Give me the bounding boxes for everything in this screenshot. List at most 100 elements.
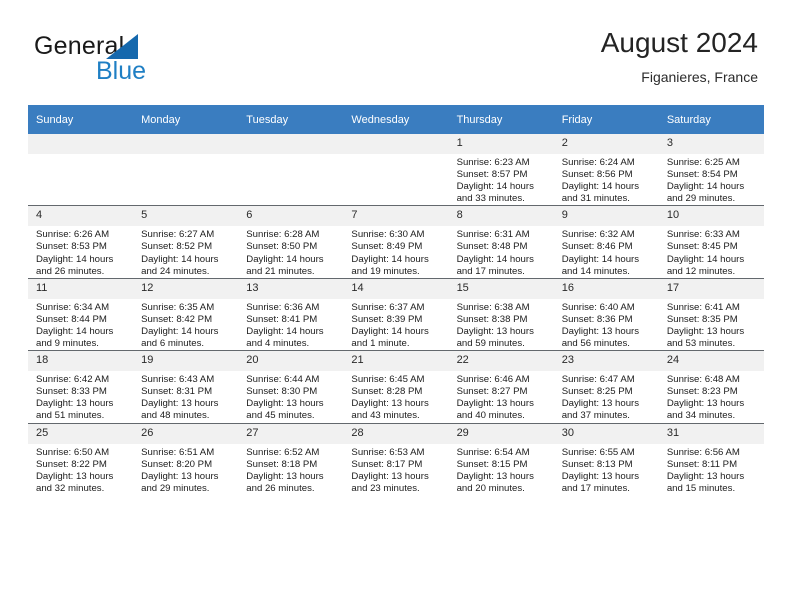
calendar-cell-day[interactable]: 28 Sunrise: 6:53 AM Sunset: 8:17 PM Dayligh…	[343, 422, 449, 495]
day-sun-info: Sunrise: 6:46 AM Sunset: 8:27 PM Daylight:…	[449, 371, 554, 422]
sunset-text: Sunset: 8:57 PM	[456, 169, 528, 181]
daylight-text: Daylight: 13 hours and 48 minutes.	[141, 398, 219, 422]
day-sun-info: Sunrise: 6:56 AM Sunset: 8:11 PM Daylight:…	[659, 444, 764, 495]
sunset-text: Sunset: 8:48 PM	[456, 241, 528, 253]
calendar-cell-day[interactable]: 29 Sunrise: 6:54 AM Sunset: 8:15 PM Dayligh…	[448, 422, 554, 495]
page-header: General Blue August 2024 Figanieres, Fra…	[34, 26, 758, 96]
day-sun-info: Sunrise: 6:38 AM Sunset: 8:38 PM Daylight:…	[449, 299, 554, 350]
calendar-cell-day[interactable]: 5 Sunrise: 6:27 AM Sunset: 8:52 PM Daylight…	[133, 205, 239, 279]
sunrise-text: Sunrise: 6:23 AM	[456, 157, 530, 168]
sunrise-text: Sunrise: 6:34 AM	[36, 301, 110, 313]
sunrise-text: Sunrise: 6:26 AM	[36, 229, 110, 241]
calendar-cell-empty	[343, 134, 449, 206]
day-number: 7	[343, 206, 449, 227]
calendar-cell-day[interactable]: 26 Sunrise: 6:51 AM Sunset: 8:20 PM Dayligh…	[133, 422, 239, 495]
daylight-text: Daylight: 14 hours and 6 minutes.	[141, 325, 219, 350]
calendar-cell-day[interactable]: 22 Sunrise: 6:46 AM Sunset: 8:27 PM Dayligh…	[448, 350, 554, 423]
calendar-cell-day[interactable]: 31 Sunrise: 6:56 AM Sunset: 8:11 PM Dayligh…	[658, 422, 764, 495]
calendar-cell-day[interactable]: 15 Sunrise: 6:38 AM Sunset: 8:38 PM Dayligh…	[448, 277, 554, 351]
sunrise-text: Sunrise: 6:56 AM	[666, 446, 740, 458]
calendar-cell-day[interactable]: 25 Sunrise: 6:50 AM Sunset: 8:22 PM Dayligh…	[28, 422, 134, 495]
day-number: 15	[448, 278, 554, 299]
calendar-cell-day[interactable]: 13 Sunrise: 6:36 AM Sunset: 8:41 PM Dayligh…	[238, 277, 344, 351]
sunset-text: Sunset: 8:22 PM	[36, 458, 107, 470]
daylight-text: Daylight: 13 hours and 45 minutes.	[246, 398, 324, 422]
sunset-text: Sunset: 8:17 PM	[351, 458, 423, 470]
day-sun-info: Sunrise: 6:36 AM Sunset: 8:41 PM Daylight:…	[238, 299, 343, 350]
sunrise-text: Sunrise: 6:36 AM	[246, 301, 320, 313]
calendar-cell-day[interactable]: 19 Sunrise: 6:43 AM Sunset: 8:31 PM Dayligh…	[133, 350, 239, 423]
sunrise-text: Sunrise: 6:25 AM	[666, 157, 740, 168]
calendar-week-row: 11 Sunrise: 6:34 AM Sunset: 8:44 PM Dayligh…	[28, 277, 764, 351]
calendar-cell-day[interactable]: 6 Sunrise: 6:28 AM Sunset: 8:50 PM Daylight…	[238, 205, 344, 279]
sunrise-text: Sunrise: 6:44 AM	[246, 374, 320, 386]
daylight-text: Daylight: 13 hours and 29 minutes.	[141, 470, 219, 494]
calendar-cell-day[interactable]: 18 Sunrise: 6:42 AM Sunset: 8:33 PM Dayligh…	[28, 350, 134, 423]
day-sun-info: Sunrise: 6:23 AM Sunset: 8:57 PM Daylight:…	[449, 154, 554, 205]
day-sun-info: Sunrise: 6:24 AM Sunset: 8:56 PM Daylight:…	[554, 154, 659, 205]
day-sun-info: Sunrise: 6:33 AM Sunset: 8:45 PM Daylight:…	[659, 226, 764, 277]
day-sun-info: Sunrise: 6:52 AM Sunset: 8:18 PM Daylight:…	[238, 444, 343, 495]
sunset-text: Sunset: 8:44 PM	[36, 313, 107, 325]
calendar-cell-day[interactable]: 1 Sunrise: 6:23 AM Sunset: 8:57 PM Daylight…	[448, 134, 554, 206]
day-number: 29	[448, 423, 554, 444]
day-sun-info: Sunrise: 6:27 AM Sunset: 8:52 PM Daylight:…	[133, 226, 238, 277]
daylight-text: Daylight: 14 hours and 31 minutes.	[561, 181, 640, 205]
calendar-page: General Blue August 2024 Figanieres, Fra…	[0, 0, 792, 612]
sunrise-text: Sunrise: 6:41 AM	[666, 301, 740, 313]
day-number: 6	[238, 206, 344, 227]
calendar-cell-day[interactable]: 24 Sunrise: 6:48 AM Sunset: 8:23 PM Dayligh…	[658, 350, 764, 423]
calendar-cell-day[interactable]: 17 Sunrise: 6:41 AM Sunset: 8:35 PM Dayligh…	[658, 277, 764, 351]
calendar-cell-day[interactable]: 27 Sunrise: 6:52 AM Sunset: 8:18 PM Dayligh…	[238, 422, 344, 495]
sunrise-text: Sunrise: 6:35 AM	[141, 301, 215, 313]
calendar-week-row: 18 Sunrise: 6:42 AM Sunset: 8:33 PM Dayligh…	[28, 350, 764, 423]
sunset-text: Sunset: 8:54 PM	[666, 169, 738, 181]
calendar-cell-day[interactable]: 14 Sunrise: 6:37 AM Sunset: 8:39 PM Dayligh…	[343, 277, 449, 351]
calendar-cell-empty	[238, 134, 344, 206]
calendar-cell-day[interactable]: 23 Sunrise: 6:47 AM Sunset: 8:25 PM Dayligh…	[553, 350, 659, 423]
daylight-text: Daylight: 14 hours and 14 minutes.	[561, 253, 640, 277]
day-sun-info: Sunrise: 6:41 AM Sunset: 8:35 PM Daylight:…	[659, 299, 764, 350]
sunset-text: Sunset: 8:28 PM	[351, 386, 423, 398]
sunrise-text: Sunrise: 6:31 AM	[456, 229, 530, 241]
sunset-text: Sunset: 8:56 PM	[561, 169, 633, 181]
daylight-text: Daylight: 13 hours and 23 minutes.	[351, 470, 429, 494]
calendar-cell-day[interactable]: 8 Sunrise: 6:31 AM Sunset: 8:48 PM Daylight…	[448, 205, 554, 279]
sunrise-text: Sunrise: 6:48 AM	[666, 374, 740, 386]
day-sun-info: Sunrise: 6:53 AM Sunset: 8:17 PM Daylight:…	[343, 444, 448, 495]
calendar-week-row: 4 Sunrise: 6:26 AM Sunset: 8:53 PM Daylight…	[28, 205, 764, 279]
calendar-body: 1 Sunrise: 6:23 AM Sunset: 8:57 PM Daylight…	[28, 134, 764, 495]
calendar-cell-day[interactable]: 16 Sunrise: 6:40 AM Sunset: 8:36 PM Dayligh…	[553, 277, 659, 351]
day-number	[343, 134, 449, 154]
sunset-text: Sunset: 8:50 PM	[246, 241, 318, 253]
daylight-text: Daylight: 14 hours and 33 minutes.	[456, 181, 534, 205]
calendar-cell-day[interactable]: 2 Sunrise: 6:24 AM Sunset: 8:56 PM Daylight…	[553, 134, 659, 206]
calendar-cell-day[interactable]: 3 Sunrise: 6:25 AM Sunset: 8:54 PM Daylight…	[658, 134, 764, 206]
calendar-cell-day[interactable]: 30 Sunrise: 6:55 AM Sunset: 8:13 PM Dayligh…	[553, 422, 659, 495]
calendar-cell-day[interactable]: 11 Sunrise: 6:34 AM Sunset: 8:44 PM Dayligh…	[28, 277, 134, 351]
day-number: 24	[658, 351, 764, 372]
day-sun-info: Sunrise: 6:45 AM Sunset: 8:28 PM Daylight:…	[343, 371, 448, 422]
calendar-cell-day[interactable]: 21 Sunrise: 6:45 AM Sunset: 8:28 PM Dayligh…	[343, 350, 449, 423]
calendar-cell-day[interactable]: 7 Sunrise: 6:30 AM Sunset: 8:49 PM Daylight…	[343, 205, 449, 279]
day-number: 3	[658, 134, 764, 154]
calendar-cell-day[interactable]: 10 Sunrise: 6:33 AM Sunset: 8:45 PM Dayligh…	[658, 205, 764, 279]
general-blue-logo[interactable]: General Blue	[34, 32, 254, 94]
sunrise-text: Sunrise: 6:45 AM	[351, 374, 425, 386]
calendar-cell-day[interactable]: 20 Sunrise: 6:44 AM Sunset: 8:30 PM Dayligh…	[238, 350, 344, 423]
day-number: 5	[133, 206, 239, 227]
logo-triangle-icon	[106, 34, 138, 59]
day-sun-info: Sunrise: 6:43 AM Sunset: 8:31 PM Daylight:…	[133, 371, 238, 422]
day-sun-info: Sunrise: 6:30 AM Sunset: 8:49 PM Daylight:…	[343, 226, 448, 277]
daylight-text: Daylight: 14 hours and 1 minute.	[351, 325, 429, 350]
daylight-text: Daylight: 13 hours and 53 minutes.	[666, 325, 745, 350]
day-number	[133, 134, 239, 154]
calendar-cell-day[interactable]: 9 Sunrise: 6:32 AM Sunset: 8:46 PM Daylight…	[553, 205, 659, 279]
calendar-cell-day[interactable]: 12 Sunrise: 6:35 AM Sunset: 8:42 PM Dayligh…	[133, 277, 239, 351]
day-sun-info: Sunrise: 6:44 AM Sunset: 8:30 PM Daylight:…	[238, 371, 343, 422]
sunset-text: Sunset: 8:49 PM	[351, 241, 423, 253]
sunrise-text: Sunrise: 6:30 AM	[351, 229, 425, 241]
sunrise-text: Sunrise: 6:33 AM	[666, 229, 740, 241]
sunrise-text: Sunrise: 6:53 AM	[351, 446, 425, 458]
calendar-cell-day[interactable]: 4 Sunrise: 6:26 AM Sunset: 8:53 PM Daylight…	[28, 205, 134, 279]
